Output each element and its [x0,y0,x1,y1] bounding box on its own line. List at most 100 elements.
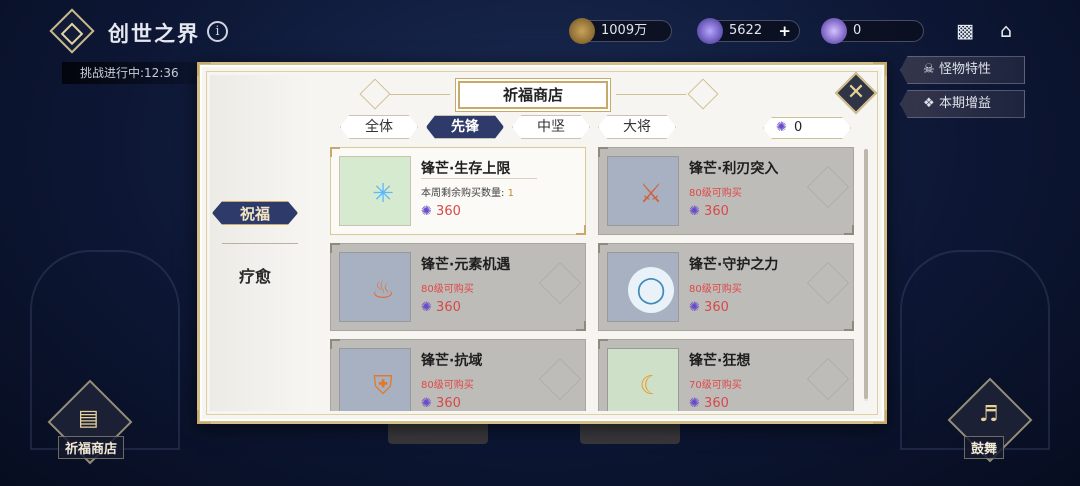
currency-display: ✺ 0 [763,117,851,139]
item-price: ✺ 360 [421,396,461,411]
info-icon[interactable]: i [207,21,228,42]
tab-core[interactable]: 中坚 [512,115,590,139]
skull-icon: ☠ [923,62,935,77]
item-name: 锋芒·元素机遇 [421,257,511,273]
shield-emblem-icon: ◯ [628,267,674,313]
purple-star-icon: ✺ [421,300,432,315]
item-thumbnail: ♨ [339,252,411,322]
card-corner [844,321,854,331]
shop-item-card[interactable]: ◯ 锋芒·守护之力 80级可购买 ✺ 360 [598,243,854,331]
inspire-corner-label: 鼓舞 [964,436,1005,459]
item-price: ✺ 360 [689,396,729,411]
corner-ornament [197,410,211,424]
gold-coin-icon [569,18,595,44]
home-icon[interactable]: ⌂ [1000,20,1012,42]
period-bonus-label: 本期增益 [939,96,992,111]
tab-all[interactable]: 全体 [340,115,418,139]
tab-vanguard[interactable]: 先锋 [426,115,504,139]
challenge-timer: 挑战进行中:12:36 [62,62,212,84]
currency-value: 0 [794,120,803,135]
item-level-requirement: 70级可购买 [689,380,742,391]
healing-category-item[interactable]: 疗愈 [200,263,310,287]
item-thumbnail: ✳ [339,156,411,226]
title-decoration [616,94,686,95]
resource-gold: 1009万 [569,18,672,44]
item-level-requirement: 80级可购买 [421,284,474,295]
shop-item-card[interactable]: ☾ 锋芒·狂想 70级可购买 ✺ 360 [598,339,854,411]
blessing-shop-modal: 祝福 疗愈 祈福商店 ✕ 全体 先锋 中坚 大将 ✺ 0 ✳ 锋芒·生存上限 本… [197,62,887,424]
close-icon[interactable]: ✕ [841,78,871,108]
monster-traits-button[interactable]: ☠ 怪物特性 [900,56,1025,84]
resource-star-value: 0 [853,23,862,38]
drum-icon: ♬ [979,402,999,427]
resource-star: 0 [821,18,924,44]
item-name: 锋芒·生存上限 [421,161,511,177]
item-level-requirement: 80级可购买 [689,188,742,199]
item-price-value: 360 [704,204,729,219]
buff-icon: ❖ [923,96,935,111]
item-price-value: 360 [704,300,729,315]
item-thumbnail: ☾ [607,348,679,411]
item-thumbnail: ⛨ [339,348,411,411]
add-crystal-button[interactable]: + [778,21,791,41]
purple-star-icon: ✺ [421,396,432,411]
period-bonus-button[interactable]: ❖ 本期增益 [900,90,1025,118]
scrollbar[interactable] [864,149,868,399]
title-decoration [380,94,450,95]
resource-crystal: 5622 + [697,18,800,44]
item-list: ✳ 锋芒·生存上限 本周剩余购买数量: 1 ✺ 360 ⚔ 锋芒·利刃突入 80… [328,145,860,411]
item-price-value: 360 [436,396,461,411]
item-name: 锋芒·狂想 [689,353,751,369]
page-title: 创世之界 [108,22,200,46]
item-purchase-info: 本周剩余购买数量: 1 [421,184,514,199]
purple-star-icon: ✺ [689,204,700,219]
item-thumbnail: ◯ [607,252,679,322]
card-corner [844,225,854,235]
item-level-requirement: 80级可购买 [689,284,742,295]
shop-item-card[interactable]: ✳ 锋芒·生存上限 本周剩余购买数量: 1 ✺ 360 [330,147,586,235]
purple-crystal-icon [697,18,723,44]
item-remaining-count: 1 [507,188,514,199]
watermark-decoration [806,357,850,401]
item-divider [421,178,537,179]
shop-item-card[interactable]: ♨ 锋芒·元素机遇 80级可购买 ✺ 360 [330,243,586,331]
chat-icon[interactable]: ▩ [956,20,974,42]
card-corner [576,321,586,331]
resource-crystal-value: 5622 [729,23,763,38]
blessing-category-tab[interactable]: 祝福 [212,201,298,225]
item-price-value: 360 [436,204,461,219]
shield-arrow-icon: ⛨ [373,371,393,401]
corner-ornament [873,62,887,76]
item-name: 锋芒·守护之力 [689,257,779,273]
item-price: ✺ 360 [421,204,461,219]
item-name: 锋芒·利刃突入 [689,161,779,177]
card-corner [576,225,586,235]
corner-ornament [873,410,887,424]
sword-arrow-icon: ⚔ [639,179,663,209]
crescent-arrow-icon: ☾ [639,371,663,401]
item-price: ✺ 360 [689,204,729,219]
monster-traits-label: 怪物特性 [939,62,992,77]
item-price: ✺ 360 [689,300,729,315]
tab-general[interactable]: 大将 [598,115,676,139]
watermark-decoration [806,165,850,209]
blessing-shop-corner-label: 祈福商店 [58,436,125,459]
shop-icon: ▤ [78,406,99,431]
item-level-requirement: 80级可购买 [421,380,474,391]
watermark-decoration [538,261,582,305]
purple-star-icon [821,18,847,44]
corner-ornament [197,62,211,76]
watermark-decoration [806,261,850,305]
shop-item-card[interactable]: ⛨ 锋芒·抗域 80级可购买 ✺ 360 [330,339,586,411]
purple-star-icon: ✺ [421,204,432,219]
item-thumbnail: ⚔ [607,156,679,226]
flame-emblem-icon: ♨ [371,275,395,305]
purple-star-icon: ✺ [689,396,700,411]
item-price: ✺ 360 [421,300,461,315]
shop-title: 祈福商店 [458,81,608,109]
shop-item-card[interactable]: ⚔ 锋芒·利刃突入 80级可购买 ✺ 360 [598,147,854,235]
item-price-value: 360 [704,396,729,411]
purple-star-icon: ✺ [776,120,787,135]
purple-star-icon: ✺ [689,300,700,315]
resource-gold-value: 1009万 [601,23,648,38]
